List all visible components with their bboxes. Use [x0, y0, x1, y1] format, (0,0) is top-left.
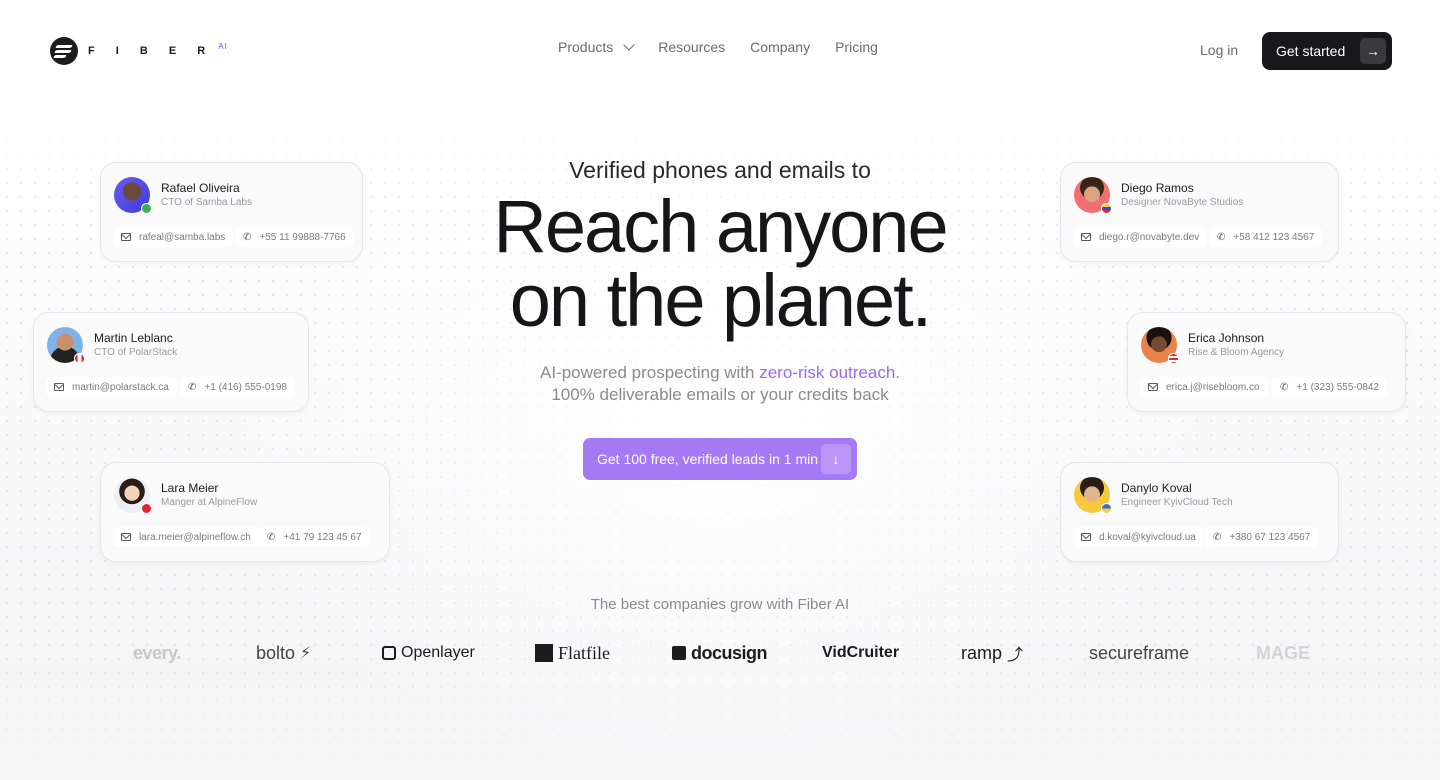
get-started-button[interactable]: Get started →	[1262, 32, 1392, 70]
contact-card: Danylo Koval Engineer KyivCloud Tech d.k…	[1060, 462, 1339, 562]
nav-links: Products Resources Company Pricing	[558, 38, 878, 55]
contact-name: Diego Ramos	[1121, 181, 1194, 195]
contact-email: lara.meier@alpineflow.ch	[139, 531, 251, 543]
contact-card: Erica Johnson Rise & Bloom Agency erica.…	[1127, 312, 1406, 412]
mail-icon	[121, 233, 131, 241]
phone-icon: ✆	[188, 381, 197, 393]
contact-role: Manger at AlpineFlow	[161, 497, 258, 508]
contact-email: rafeal@samba.labs	[139, 231, 226, 243]
brand-name: F I B E R	[88, 45, 215, 57]
logo-ramp: ramp ⤴	[961, 642, 1024, 665]
brand-logo[interactable]: F I B E R AI	[50, 37, 234, 65]
contact-name: Danylo Koval	[1121, 481, 1192, 495]
ukraine-flag-icon	[1101, 503, 1112, 514]
email-pill[interactable]: lara.meier@alpineflow.ch	[113, 527, 259, 547]
nav-resources[interactable]: Resources	[658, 39, 725, 55]
contact-card: Lara Meier Manger at AlpineFlow lara.mei…	[100, 462, 390, 562]
mail-icon	[1081, 233, 1091, 241]
contact-phone: +41 79 123 45 67	[283, 531, 362, 543]
contact-name: Rafael Oliveira	[161, 181, 240, 195]
top-nav: F I B E R AI Products Resources Company …	[0, 0, 1440, 100]
contact-email: d.koval@kyivcloud.ua	[1099, 531, 1196, 543]
contact-name: Lara Meier	[161, 481, 219, 495]
nav-products[interactable]: Products	[558, 38, 635, 55]
phone-icon: ✆	[1213, 531, 1222, 543]
phone-pill[interactable]: ✆ +380 67 123 4567	[1205, 527, 1319, 547]
desc-accent: zero-risk outreach	[759, 363, 896, 382]
email-pill[interactable]: martin@polarstack.ca	[46, 377, 177, 397]
get-started-label: Get started	[1276, 43, 1346, 59]
contact-role: Rise & Bloom Agency	[1188, 347, 1285, 358]
email-pill[interactable]: d.koval@kyivcloud.ua	[1073, 527, 1204, 547]
canada-flag-icon	[74, 353, 85, 364]
phone-icon: ✆	[1217, 231, 1226, 243]
logo-mage: MAGE	[1256, 642, 1310, 663]
contact-email: diego.r@novabyte.dev	[1099, 231, 1200, 243]
contact-card: Diego Ramos Designer NovaByte Studios di…	[1060, 162, 1339, 262]
phone-pill[interactable]: ✆ +55 11 99888-7766	[235, 227, 354, 247]
contact-card: Rafael Oliveira CTO of Samba Labs rafeal…	[100, 162, 363, 262]
usa-flag-icon	[1168, 353, 1179, 364]
contact-role: Engineer KyivCloud Tech	[1121, 497, 1233, 508]
contact-email: martin@polarstack.ca	[72, 381, 169, 393]
email-pill[interactable]: rafeal@samba.labs	[113, 227, 234, 247]
contact-phone: +55 11 99888-7766	[259, 231, 346, 243]
email-pill[interactable]: diego.r@novabyte.dev	[1073, 227, 1208, 247]
login-link[interactable]: Log in	[1200, 42, 1238, 58]
logo-bolto: bolto ⚡	[256, 642, 312, 663]
arrow-down-icon: ↓	[821, 444, 851, 474]
brazil-flag-icon	[141, 203, 152, 214]
contact-phone: +1 (416) 555-0198	[204, 381, 287, 393]
mail-icon	[1081, 533, 1091, 541]
fiber-logo-icon	[50, 37, 78, 65]
phone-pill[interactable]: ✆ +1 (323) 555-0842	[1272, 377, 1387, 397]
desc-pre: AI-powered prospecting with	[539, 363, 760, 382]
switzerland-flag-icon	[141, 503, 152, 514]
contact-phone: +380 67 123 4567	[1229, 531, 1311, 543]
chevron-down-icon	[623, 38, 635, 51]
contact-name: Erica Johnson	[1188, 331, 1265, 345]
phone-icon: ✆	[243, 231, 252, 243]
nav-pricing[interactable]: Pricing	[835, 39, 878, 55]
phone-pill[interactable]: ✆ +1 (416) 555-0198	[180, 377, 295, 397]
brand-sup: AI	[218, 41, 228, 51]
logo-docusign: docusign	[672, 640, 768, 666]
mail-icon	[54, 383, 64, 391]
arrow-right-icon: →	[1360, 38, 1386, 64]
company-logos: every. bolto ⚡ Openlayer Flatfile docusig…	[0, 640, 1440, 668]
free-leads-button[interactable]: Get 100 free, verified leads in 1 min ↓	[583, 438, 857, 480]
logo-flatfile: Flatfile	[535, 640, 610, 666]
contact-role: Designer NovaByte Studios	[1121, 197, 1244, 208]
free-leads-label: Get 100 free, verified leads in 1 min	[597, 451, 819, 467]
mail-icon	[121, 533, 131, 541]
contact-role: CTO of PolarStack	[94, 347, 178, 358]
logo-openlayer: Openlayer	[382, 640, 475, 666]
venezuela-flag-icon	[1101, 203, 1112, 214]
email-pill[interactable]: erica.j@risebloom.co	[1140, 377, 1268, 397]
phone-icon: ✆	[267, 531, 276, 543]
contact-email: erica.j@risebloom.co	[1166, 381, 1260, 393]
contact-phone: +1 (323) 555-0842	[1296, 381, 1379, 393]
contact-role: CTO of Samba Labs	[161, 197, 252, 208]
contact-phone: +58 412 123 4567	[1233, 231, 1315, 243]
phone-pill[interactable]: ✆ +58 412 123 4567	[1209, 227, 1323, 247]
phone-pill[interactable]: ✆ +41 79 123 45 67	[259, 527, 370, 547]
nav-company[interactable]: Company	[750, 39, 810, 55]
contact-card: Martin Leblanc CTO of PolarStack martin@…	[33, 312, 309, 412]
companies-heading: The best companies grow with Fiber AI	[590, 596, 850, 613]
logo-secureframe: secureframe	[1089, 642, 1190, 663]
mail-icon	[1148, 383, 1158, 391]
contact-name: Martin Leblanc	[94, 331, 173, 345]
phone-icon: ✆	[1280, 381, 1289, 393]
logo-vidcruiter: VidCruiter	[822, 644, 900, 661]
logo-every: every.	[133, 642, 181, 663]
desc-post: .	[895, 363, 901, 382]
